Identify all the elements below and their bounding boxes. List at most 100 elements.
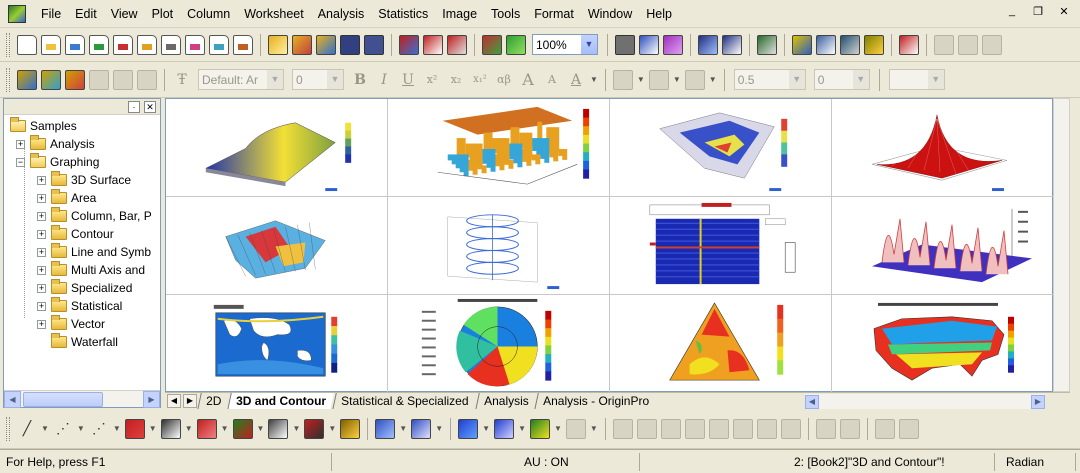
save-project-icon[interactable] xyxy=(340,34,360,55)
chevron-down-icon[interactable]: ▼ xyxy=(788,70,805,89)
greek-button[interactable]: αβ xyxy=(495,70,513,90)
command-window-icon[interactable] xyxy=(792,34,812,55)
chevron-down-icon[interactable]: ▼ xyxy=(257,424,265,433)
multi-panel-plot-icon[interactable] xyxy=(160,418,181,439)
line-symbol-plot-icon[interactable]: ⋰ xyxy=(90,419,108,439)
chevron-down-icon[interactable]: ▼ xyxy=(709,75,717,84)
align-top-icon[interactable] xyxy=(684,418,705,439)
open-icon[interactable] xyxy=(268,34,288,55)
mask-toggle-icon[interactable] xyxy=(65,69,85,90)
tab-2d[interactable]: 2D xyxy=(197,392,230,410)
chevron-down-icon[interactable]: ▼ xyxy=(221,424,229,433)
chevron-down-icon[interactable]: ▼ xyxy=(185,424,193,433)
heatmap-plot-icon[interactable] xyxy=(529,418,550,439)
menu-statistics[interactable]: Statistics xyxy=(371,0,435,28)
new-function-icon[interactable] xyxy=(161,34,181,55)
3d-surface-plot-icon[interactable] xyxy=(375,418,396,439)
tab-analysis-originpro[interactable]: Analysis - OriginPro xyxy=(534,392,658,410)
graph-thumbnail-3d-surface-colormap-tilted[interactable] xyxy=(610,99,832,197)
graph-thumbnail-3d-waterfall-red-walls[interactable] xyxy=(832,197,1054,295)
chevron-down-icon[interactable]: ▼ xyxy=(637,75,645,84)
chevron-down-icon[interactable]: ▼ xyxy=(590,75,598,84)
chevron-down-icon[interactable]: ▼ xyxy=(113,424,121,433)
new-folder-icon[interactable] xyxy=(41,34,61,55)
expand-icon[interactable]: + xyxy=(37,229,46,239)
collapse-icon[interactable]: − xyxy=(16,157,25,167)
align-right-icon[interactable] xyxy=(660,418,681,439)
graph-thumbnail-us-map-contour[interactable] xyxy=(832,295,1054,393)
results-log-icon[interactable] xyxy=(722,34,742,55)
underline-button[interactable]: U xyxy=(399,70,417,90)
font-name-combo[interactable]: Default: Ar ▼ xyxy=(198,69,284,90)
same-height-icon[interactable] xyxy=(780,418,801,439)
chevron-down-icon[interactable]: ▼ xyxy=(554,424,562,433)
mask-hide-icon[interactable] xyxy=(113,69,133,90)
new-layout-icon[interactable] xyxy=(185,34,205,55)
mask-range-icon[interactable] xyxy=(41,69,61,90)
graph-thumbnail-ternary-contour[interactable] xyxy=(610,295,832,393)
minimize-icon[interactable]: _ xyxy=(1004,5,1020,18)
italic-button[interactable]: I xyxy=(375,70,393,90)
menu-column[interactable]: Column xyxy=(180,0,237,28)
vector-plot-icon[interactable] xyxy=(565,418,586,439)
image-plot-icon[interactable] xyxy=(494,418,515,439)
chevron-down-icon[interactable]: ▼ xyxy=(518,424,526,433)
tree-item-vector[interactable]: + Vector xyxy=(37,315,105,333)
chevron-down-icon[interactable]: ▼ xyxy=(149,424,157,433)
graph-thumbnail-3d-colored-wireframe[interactable] xyxy=(166,197,388,295)
superscript-button[interactable]: x² xyxy=(423,70,441,90)
new-excel-icon[interactable] xyxy=(89,34,109,55)
expand-icon[interactable]: + xyxy=(16,139,25,149)
scroll-right-icon[interactable]: ▶ xyxy=(143,390,160,408)
close-icon[interactable]: ✕ xyxy=(144,100,156,113)
recalculate-icon[interactable] xyxy=(482,34,502,55)
chevron-down-icon[interactable]: ▼ xyxy=(328,424,336,433)
menu-window[interactable]: Window xyxy=(581,0,639,28)
group-icon[interactable] xyxy=(815,418,836,439)
toolbar-grip[interactable] xyxy=(6,416,10,441)
save-template-icon[interactable] xyxy=(364,34,384,55)
new-script-icon[interactable] xyxy=(233,34,253,55)
pin-icon[interactable]: · xyxy=(128,100,140,113)
chevron-down-icon[interactable]: ▼ xyxy=(590,424,598,433)
duplicate-icon[interactable] xyxy=(506,34,526,55)
chevron-down-icon[interactable]: ▼ xyxy=(399,424,407,433)
graph-thumbnail-3d-helix-scatter[interactable] xyxy=(388,197,610,295)
code-icon[interactable] xyxy=(840,34,860,55)
layout-tool-3-icon[interactable] xyxy=(982,34,1002,55)
expand-icon[interactable]: + xyxy=(37,175,46,185)
new-workbook-icon[interactable] xyxy=(65,34,85,55)
print-icon[interactable] xyxy=(615,34,635,55)
open-excel-icon[interactable] xyxy=(316,34,336,55)
layout-tool-1-icon[interactable] xyxy=(934,34,954,55)
tree-item-3d-surface[interactable]: +3D Surface xyxy=(37,171,131,189)
expand-icon[interactable]: + xyxy=(37,211,46,221)
align-left-icon[interactable] xyxy=(612,418,633,439)
contour-plot-icon[interactable] xyxy=(458,418,479,439)
area-plot-icon[interactable] xyxy=(232,418,253,439)
front-icon[interactable] xyxy=(874,418,895,439)
zoom-combo[interactable]: 100% ▼ xyxy=(532,34,598,55)
origin-app-icon[interactable] xyxy=(8,4,26,23)
tab-next-icon[interactable]: ▶ xyxy=(183,394,197,408)
toolbar-grip[interactable] xyxy=(6,67,10,92)
tree-item-waterfall[interactable]: Waterfall xyxy=(37,333,118,351)
gallery-vertical-scrollbar[interactable] xyxy=(1053,98,1070,392)
open-template-icon[interactable] xyxy=(292,34,312,55)
increase-font-button[interactable]: A xyxy=(519,70,537,90)
new-matrix-icon[interactable] xyxy=(137,34,157,55)
tree-item-statistical[interactable]: + Statistical xyxy=(37,297,122,315)
line-size-combo[interactable]: 0 ▼ xyxy=(813,69,870,90)
mask-disable-icon[interactable] xyxy=(137,69,157,90)
expand-icon[interactable]: + xyxy=(37,283,46,293)
chevron-down-icon[interactable]: ▼ xyxy=(267,70,283,89)
tree-item-graphing[interactable]: − Graphing xyxy=(16,153,99,171)
border-style-combo[interactable]: ▼ xyxy=(888,69,945,90)
tree-root-samples[interactable]: Samples xyxy=(10,117,77,135)
import-wizard-icon[interactable] xyxy=(399,34,419,55)
ungroup-icon[interactable] xyxy=(839,418,860,439)
menu-analysis[interactable]: Analysis xyxy=(311,0,372,28)
expand-icon[interactable]: + xyxy=(37,193,46,203)
chevron-down-icon[interactable]: ▼ xyxy=(852,70,869,89)
tab-analysis[interactable]: Analysis xyxy=(474,392,537,410)
